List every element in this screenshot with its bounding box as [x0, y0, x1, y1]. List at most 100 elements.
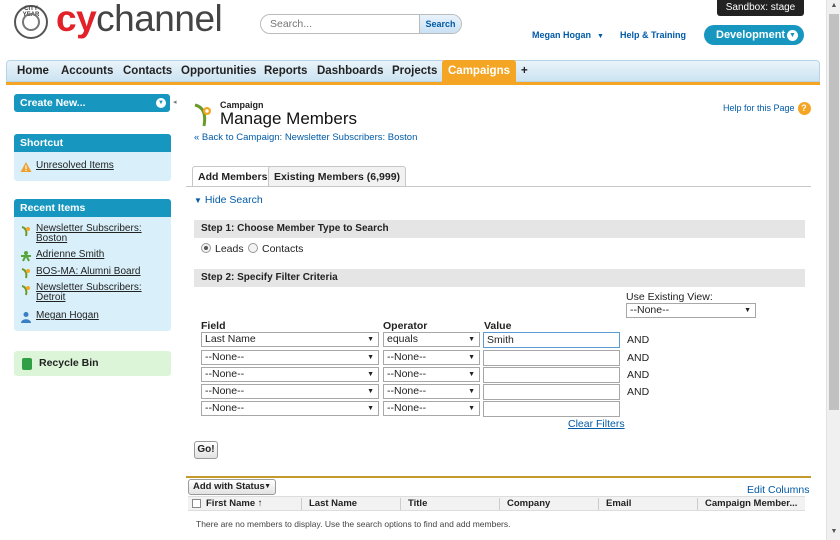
back-to-campaign-link[interactable]: « Back to Campaign: Newsletter Subscribe… — [194, 132, 417, 143]
dropdown-arrow-icon: ▼ — [468, 336, 475, 343]
campaign-icon — [21, 268, 30, 279]
value-column-header: Value — [484, 320, 512, 332]
tab-accounts[interactable]: Accounts — [61, 61, 113, 81]
existing-view-select[interactable]: --None-- ▼ — [626, 303, 756, 318]
tab-opportunities[interactable]: Opportunities — [181, 61, 256, 81]
recent-item[interactable]: BOS-MA: Alumni Board — [14, 266, 171, 283]
tab-projects[interactable]: Projects — [392, 61, 437, 81]
filter-conjunction: AND — [627, 334, 650, 346]
shortcut-panel: Shortcut Unresolved Items — [14, 134, 171, 181]
logo-wordmark: cychannel — [56, 0, 223, 39]
hide-search-toggle[interactable]: ▼ Hide Search — [194, 194, 263, 206]
tab-dashboards[interactable]: Dashboards — [317, 61, 383, 81]
recent-item[interactable]: Newsletter Subscribers: Boston — [14, 224, 171, 249]
city-year-seal-icon: CITY YEAR — [14, 5, 48, 39]
dropdown-arrow-icon: ▼ — [264, 483, 271, 490]
recent-item[interactable]: Megan Hogan — [14, 310, 171, 326]
add-with-status-button[interactable]: Add with Status ▼ — [188, 479, 276, 495]
tab-existing-members[interactable]: Existing Members (6,999) — [268, 166, 407, 187]
clear-filters-link[interactable]: Clear Filters — [568, 418, 625, 430]
leads-radio[interactable] — [201, 243, 211, 253]
search-button[interactable]: Search — [419, 15, 461, 33]
column-header[interactable]: Title — [408, 497, 427, 511]
header: CITY YEAR cychannel Search Megan Hogan▼ … — [0, 0, 826, 56]
tab-reports[interactable]: Reports — [264, 61, 307, 81]
tab-campaigns[interactable]: Campaigns — [442, 60, 516, 83]
scrollbar-thumb[interactable] — [829, 14, 839, 410]
select-all-checkbox[interactable] — [192, 499, 201, 508]
scroll-up-icon[interactable]: ▲ — [830, 2, 838, 9]
campaign-icon — [21, 285, 30, 296]
filter-operator-select[interactable]: --None-- ▼ — [383, 384, 480, 399]
column-header[interactable]: Email — [606, 497, 631, 511]
sandbox-badge: Sandbox: stage — [717, 0, 804, 16]
filter-field-select[interactable]: --None-- ▼ — [201, 401, 379, 416]
filter-value-input[interactable]: Smith — [483, 332, 620, 348]
filter-operator-select[interactable]: --None-- ▼ — [383, 401, 480, 416]
search-input[interactable] — [261, 15, 421, 33]
filter-operator-select[interactable]: --None-- ▼ — [383, 367, 480, 382]
results-table-header: First Name ↑ Last Name Title Company Ema… — [188, 496, 805, 511]
filter-value-input[interactable] — [483, 367, 620, 383]
filter-field-select[interactable]: --None-- ▼ — [201, 384, 379, 399]
recent-items-title: Recent Items — [14, 199, 171, 217]
help-icon: ? — [797, 102, 811, 115]
dropdown-arrow-icon: ▼ — [744, 307, 751, 314]
recent-item[interactable]: Adrienne Smith — [14, 249, 171, 266]
chevron-down-icon: ▼ — [156, 98, 166, 108]
existing-view-label: Use Existing View: — [626, 291, 713, 303]
empty-results-message: There are no members to display. Use the… — [196, 519, 511, 529]
campaign-icon — [194, 103, 211, 127]
filter-field-select[interactable]: --None-- ▼ — [201, 350, 379, 365]
filter-value-input[interactable] — [483, 401, 620, 417]
city-year-logo[interactable]: CITY YEAR cychannel — [14, 0, 234, 40]
dropdown-arrow-icon: ▼ — [367, 354, 374, 361]
shortcut-item-label: Unresolved Items — [36, 160, 114, 171]
recent-item[interactable]: Newsletter Subscribers: Detroit — [14, 283, 171, 310]
dropdown-arrow-icon: ▼ — [367, 336, 374, 343]
filter-field-select[interactable]: --None-- ▼ — [201, 367, 379, 382]
scroll-down-icon[interactable]: ▼ — [830, 528, 838, 535]
dropdown-arrow-icon: ▼ — [468, 371, 475, 378]
recycle-bin-icon — [22, 358, 32, 370]
filter-value-input[interactable] — [483, 350, 620, 366]
shortcut-item[interactable]: Unresolved Items — [14, 160, 171, 172]
tab-add-members[interactable]: Add Members — [192, 166, 274, 187]
help-training-link[interactable]: Help & Training — [620, 30, 686, 40]
tab-contacts[interactable]: Contacts — [123, 61, 172, 81]
contacts-radio-label: Contacts — [262, 243, 304, 255]
column-header[interactable]: Last Name — [309, 497, 357, 511]
app-menu-button[interactable]: Development ▼ — [704, 25, 804, 45]
filter-value-input[interactable] — [483, 384, 620, 400]
column-header[interactable]: First Name ↑ — [206, 497, 263, 511]
user-menu[interactable]: Megan Hogan ▼ — [532, 30, 604, 40]
contacts-radio[interactable] — [248, 243, 258, 253]
go-button[interactable]: Go! — [194, 441, 218, 459]
recent-items-panel: Recent Items Newsletter Subscribers: Bos… — [14, 199, 171, 331]
user-icon — [21, 312, 31, 323]
column-header[interactable]: Campaign Member... — [705, 497, 797, 511]
results-divider — [186, 476, 811, 478]
existing-view-value: --None-- — [630, 304, 670, 316]
filter-operator-select[interactable]: --None-- ▼ — [383, 350, 480, 365]
hide-search-label: Hide Search — [204, 194, 263, 206]
warning-icon — [20, 162, 32, 172]
recent-item-label: Newsletter Subscribers: Detroit — [36, 282, 142, 303]
page-scrollbar[interactable]: ▲ ▼ — [826, 0, 840, 540]
subtab-divider — [186, 186, 811, 187]
sidebar-collapse-handle[interactable]: ◂ — [173, 96, 181, 110]
add-tab-icon[interactable]: + — [521, 61, 528, 81]
step2-header: Step 2: Specify Filter Criteria — [194, 269, 805, 287]
help-for-page-link[interactable]: Help for this Page? — [723, 102, 811, 115]
leads-radio-label: Leads — [215, 243, 244, 255]
edit-columns-link[interactable]: Edit Columns — [747, 484, 809, 496]
filter-operator-select[interactable]: equals ▼ — [383, 332, 480, 347]
column-header[interactable]: Company — [507, 497, 550, 511]
dropdown-arrow-icon: ▼ — [367, 405, 374, 412]
tab-home[interactable]: Home — [17, 61, 49, 81]
user-name: Megan Hogan — [532, 30, 592, 40]
recent-item-label: Megan Hogan — [36, 310, 99, 321]
create-new-button[interactable]: Create New... ▼ — [14, 94, 170, 112]
filter-field-select[interactable]: Last Name ▼ — [201, 332, 379, 347]
recycle-bin-link[interactable]: Recycle Bin — [14, 351, 171, 376]
